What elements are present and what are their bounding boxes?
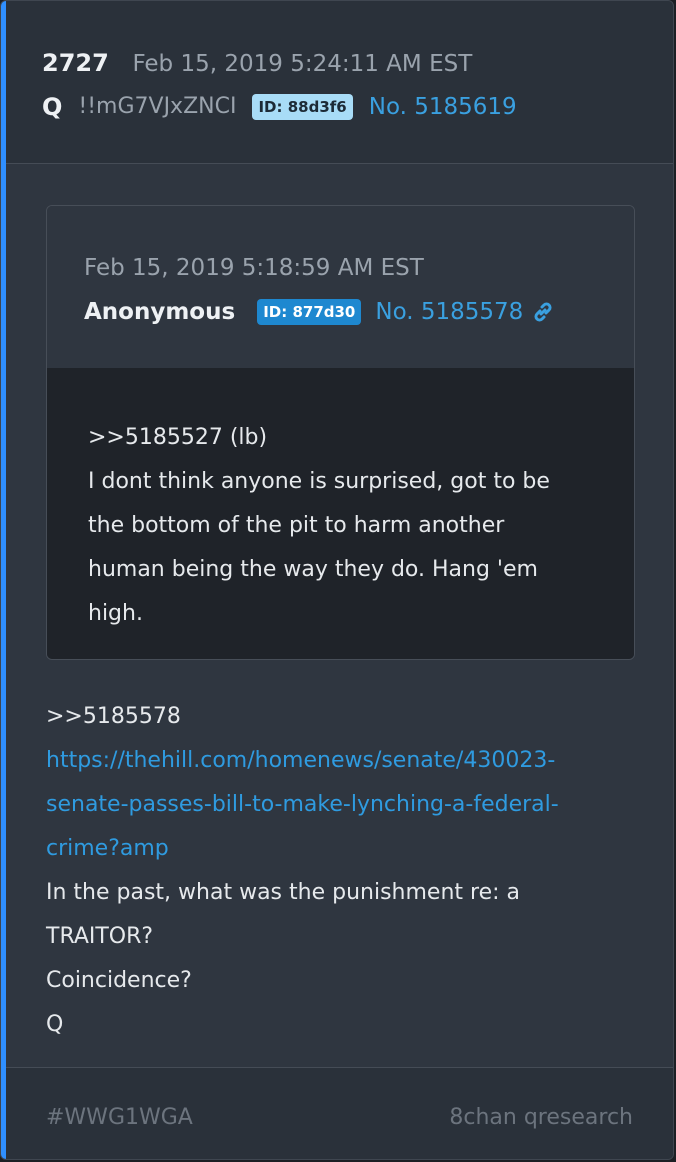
quoted-post-author-row: Anonymous ID: 877d30 No. 5185578 [84,294,555,330]
quoted-post-header: Feb 15, 2019 5:18:59 AM EST Anonymous ID… [47,206,634,369]
article-url-line[interactable]: crime?amp [46,827,646,871]
post-number-link[interactable]: No. 5185619 [369,89,517,125]
post-id-badge[interactable]: ID: 88d3f6 [252,94,353,120]
quoted-line: I dont think anyone is surprised, got to… [88,469,550,494]
post-number: 2727 [42,49,109,77]
quoted-post-body: >>5185527 (lb) I dont think anyone is su… [47,368,634,659]
accent-bar [1,1,6,1159]
quoted-line: the bottom of the pit to harm another [88,513,505,538]
article-url-line[interactable]: https://thehill.com/homenews/senate/4300… [46,739,646,783]
quoted-post-author: Anonymous [84,299,236,325]
post-author: Q [42,93,63,121]
post-text-line: TRAITOR? [46,924,154,949]
post-tripcode: !!mG7VJxZNCI [78,94,237,119]
hashtag: #WWG1WGA [46,1105,193,1130]
post-body: >>5185578 https://thehill.com/homenews/s… [46,695,646,1047]
quoted-post: Feb 15, 2019 5:18:59 AM EST Anonymous ID… [46,205,635,660]
reply-reference-link[interactable]: >>5185578 [46,695,646,739]
post-author-row: Q !!mG7VJxZNCI ID: 88d3f6 No. 5185619 [42,89,517,125]
quoted-line[interactable]: >>5185527 (lb) [88,416,608,460]
source-label: 8chan qresearch [449,1105,633,1130]
quoted-line: human being the way they do. Hang 'em [88,557,538,582]
post-footer: #WWG1WGA 8chan qresearch [6,1067,673,1159]
quoted-post-date: Feb 15, 2019 5:18:59 AM EST [84,255,424,281]
article-url-line[interactable]: senate-passes-bill-to-make-lynching-a-fe… [46,783,646,827]
quoted-post-text: >>5185527 (lb) I dont think anyone is su… [88,416,608,636]
post-text-line: Coincidence? [46,968,192,993]
quoted-post-number-link[interactable]: No. 5185578 [375,294,523,330]
post-meta-row: 2727 Feb 15, 2019 5:24:11 AM EST [42,45,472,82]
quoted-line: high. [88,601,143,626]
post-text-line: Q [46,1012,64,1037]
quoted-post-id-badge[interactable]: ID: 877d30 [257,299,362,325]
post-date: Feb 15, 2019 5:24:11 AM EST [132,51,473,77]
post-header: 2727 Feb 15, 2019 5:24:11 AM EST Q !!mG7… [6,1,673,164]
post-card: 2727 Feb 15, 2019 5:24:11 AM EST Q !!mG7… [0,0,674,1160]
link-icon[interactable] [531,300,555,324]
post-text-line: In the past, what was the punishment re:… [46,880,520,905]
